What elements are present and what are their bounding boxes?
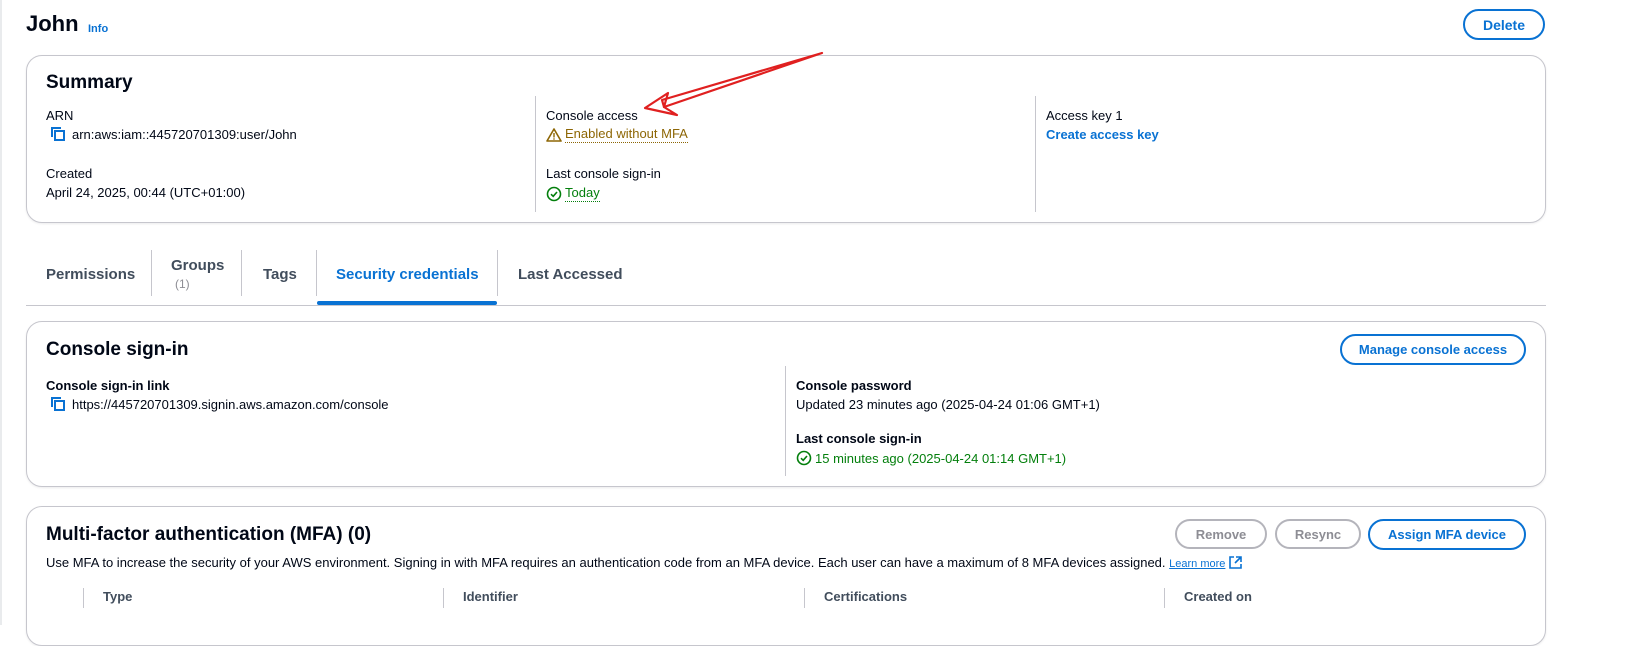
annotation-arrow <box>643 51 824 117</box>
